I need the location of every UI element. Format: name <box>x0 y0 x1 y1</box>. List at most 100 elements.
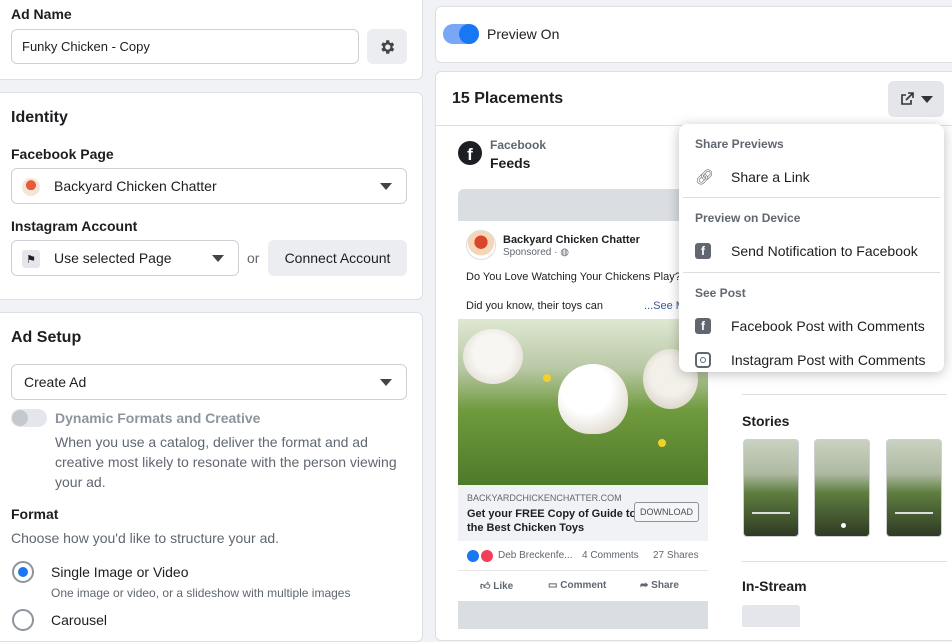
share-previews-header: Share Previews <box>695 137 784 151</box>
preview-toggle[interactable] <box>443 24 479 44</box>
facebook-icon: f <box>695 318 711 334</box>
create-ad-value: Create Ad <box>24 374 87 390</box>
carousel-radio[interactable] <box>12 609 34 631</box>
share-icon: ➦ <box>640 580 652 591</box>
post-page-name: Backyard Chicken Chatter <box>503 234 640 246</box>
platform-label: Facebook <box>490 138 547 152</box>
story-thumb[interactable] <box>814 439 870 537</box>
placements-title: 15 Placements <box>452 90 564 107</box>
ad-name-settings-button[interactable] <box>367 29 407 64</box>
story-thumb[interactable] <box>886 439 942 537</box>
identity-title: Identity <box>11 109 68 126</box>
menu-separator <box>683 197 940 198</box>
story-dot <box>841 523 846 528</box>
share-dropdown-menu: Share Previews 🔗︎ Share a Link Preview o… <box>679 124 944 372</box>
single-image-radio[interactable] <box>12 561 34 583</box>
instream-title: In-Stream <box>742 578 807 594</box>
comment-button[interactable]: ▭ Comment <box>548 580 606 591</box>
post-card: Backyard Chicken Chatter Sponsored · ◍ D… <box>458 221 708 601</box>
post-sponsored: Sponsored · ◍ <box>503 247 569 258</box>
action-row: 👍︎ Like ▭ Comment ➦ Share <box>458 571 708 601</box>
chevron-down-icon <box>380 379 392 386</box>
create-ad-select[interactable]: Create Ad <box>11 364 407 400</box>
ad-name-input[interactable]: Funky Chicken - Copy <box>11 29 359 64</box>
connect-account-button[interactable]: Connect Account <box>268 240 407 276</box>
facebook-page-select[interactable]: Backyard Chicken Chatter <box>11 168 407 204</box>
facebook-logo-icon: f <box>458 141 482 165</box>
share-button[interactable]: ➦ Share <box>640 580 679 591</box>
chevron-down-icon <box>380 183 392 190</box>
ad-name-label: Ad Name <box>11 6 72 22</box>
external-link-icon <box>901 92 914 105</box>
chevron-down-icon <box>921 96 933 103</box>
cta-domain: BACKYARDCHICKENCHATTER.COM <box>467 493 622 503</box>
comment-icon: ▭ <box>548 580 561 591</box>
preview-device-header: Preview on Device <box>695 211 801 225</box>
stories-title: Stories <box>742 413 790 429</box>
single-image-label: Single Image or Video <box>51 564 189 580</box>
dynamic-formats-toggle[interactable] <box>11 409 47 427</box>
placement-label: Feeds <box>490 155 531 171</box>
story-thumb[interactable] <box>743 439 799 537</box>
instream-thumb[interactable] <box>742 605 800 627</box>
or-text: or <box>247 250 260 266</box>
like-button[interactable]: 👍︎ Like <box>480 580 513 592</box>
format-desc: Choose how you'd like to structure your … <box>11 530 280 546</box>
instagram-account-label: Instagram Account <box>11 218 138 234</box>
reactions-row: Deb Breckenfe... 4 Comments 27 Shares <box>458 541 708 571</box>
facebook-icon: f <box>695 243 711 259</box>
thumbs-up-icon: 👍︎ <box>480 581 494 592</box>
share-link-item[interactable]: 🔗︎ Share a Link <box>695 168 810 186</box>
reactors-text: Deb Breckenfe... <box>498 550 573 561</box>
like-label: Like <box>493 581 514 592</box>
format-label: Format <box>11 506 59 522</box>
carousel-label: Carousel <box>51 612 108 628</box>
chick-image-2 <box>463 329 523 384</box>
facebook-page-label: Facebook Page <box>11 146 114 162</box>
feed-preview-frame: Backyard Chicken Chatter Sponsored · ◍ D… <box>458 189 708 629</box>
love-reaction-icon <box>481 550 493 562</box>
share-link-label: Share a Link <box>731 169 810 185</box>
facebook-page-value: Backyard Chicken Chatter <box>54 178 217 194</box>
share-menu-button[interactable] <box>888 81 944 117</box>
like-reaction-icon <box>467 550 479 562</box>
instagram-account-value: Use selected Page <box>54 250 172 266</box>
see-post-header: See Post <box>695 286 746 300</box>
instagram-post-label: Instagram Post with Comments <box>731 352 926 368</box>
story-bar <box>895 512 933 514</box>
sponsored-text: Sponsored · <box>503 247 561 258</box>
chevron-down-icon <box>212 255 224 262</box>
link-icon: 🔗︎ <box>695 169 715 186</box>
facebook-post-item[interactable]: f Facebook Post with Comments <box>695 318 925 334</box>
single-image-desc: One image or video, or a slideshow with … <box>51 586 351 600</box>
share-label: Share <box>651 580 679 591</box>
placement-divider <box>742 394 947 395</box>
story-bar <box>752 512 790 514</box>
post-body: Did you know, their toys can <box>466 300 603 312</box>
flower-1 <box>543 374 551 382</box>
flag-icon: ⚑ <box>22 250 40 268</box>
cta-download-button[interactable]: DOWNLOAD <box>634 502 699 522</box>
facebook-post-label: Facebook Post with Comments <box>731 318 925 334</box>
instagram-account-select[interactable]: ⚑ Use selected Page <box>11 240 239 276</box>
toggle-knob <box>459 24 479 44</box>
comments-count: 4 Comments <box>582 550 639 561</box>
page-avatar <box>22 178 40 196</box>
cta-bar: BACKYARDCHICKENCHATTER.COM Get your FREE… <box>458 485 708 541</box>
send-notification-label: Send Notification to Facebook <box>731 243 918 259</box>
comment-label: Comment <box>560 580 607 591</box>
toggle-knob <box>12 410 28 426</box>
preview-toggle-label: Preview On <box>487 26 560 42</box>
gear-icon <box>381 39 395 54</box>
chick-image <box>558 364 628 434</box>
instagram-lens <box>700 357 706 363</box>
ad-setup-title: Ad Setup <box>11 329 82 346</box>
instagram-post-item[interactable]: Instagram Post with Comments <box>695 352 926 368</box>
menu-separator <box>683 272 940 273</box>
shares-count: 27 Shares <box>653 550 699 561</box>
placement-divider <box>742 561 947 562</box>
dynamic-formats-label: Dynamic Formats and Creative <box>55 410 261 426</box>
send-notification-item[interactable]: f Send Notification to Facebook <box>695 243 918 259</box>
post-headline: Do You Love Watching Your Chickens Play? <box>466 271 681 283</box>
globe-icon: ◍ <box>560 247 569 258</box>
